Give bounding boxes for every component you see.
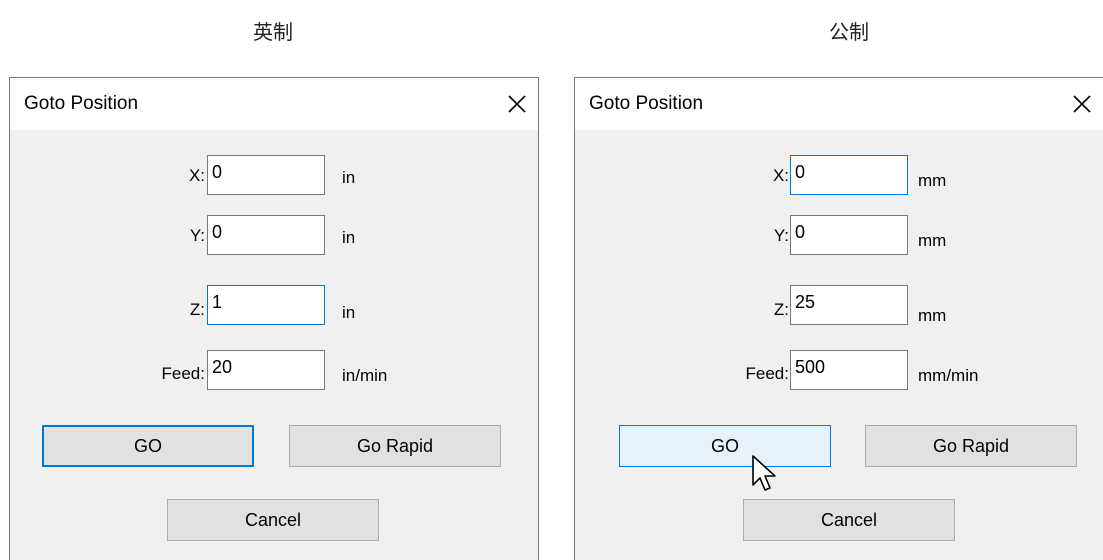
y-field[interactable]: 0 <box>207 215 325 255</box>
y-unit: mm <box>918 231 947 250</box>
dialog-title: Goto Position <box>24 93 139 114</box>
z-field[interactable]: 25 <box>790 285 908 325</box>
caption-metric: 公制 <box>829 20 869 44</box>
x-field[interactable]: 0 <box>207 155 325 195</box>
feed-label: Feed: <box>161 364 205 383</box>
cancel-button[interactable]: Cancel <box>743 499 955 541</box>
z-field[interactable]: 1 <box>207 285 325 325</box>
y-unit: in <box>342 228 356 247</box>
feed-unit: mm/min <box>918 366 979 385</box>
feed-field[interactable]: 20 <box>207 350 325 390</box>
dialog-titlebar: Goto Position <box>10 78 538 130</box>
x-label: X: <box>188 166 205 185</box>
caption-imperial: 英制 <box>253 20 293 44</box>
cancel-button[interactable]: Cancel <box>167 499 379 541</box>
feed-unit: in/min <box>342 366 388 385</box>
go-rapid-button[interactable]: Go Rapid <box>865 425 1077 467</box>
x-unit: mm <box>918 171 947 190</box>
close-icon[interactable] <box>504 91 530 117</box>
goto-position-dialog-imperial: Goto Position X: 0 in Y: 0 in Z: 1 in Fe… <box>9 77 539 560</box>
go-button[interactable]: GO <box>42 425 254 467</box>
feed-field[interactable]: 500 <box>790 350 908 390</box>
z-unit: in <box>342 303 356 322</box>
y-label: Y: <box>773 226 789 245</box>
feed-label: Feed: <box>745 364 789 383</box>
dialog-title: Goto Position <box>589 93 704 114</box>
close-icon[interactable] <box>1069 91 1095 117</box>
y-field[interactable]: 0 <box>790 215 908 255</box>
go-rapid-button[interactable]: Go Rapid <box>289 425 501 467</box>
x-unit: in <box>342 168 356 187</box>
z-unit: mm <box>918 306 947 325</box>
mouse-pointer-icon <box>751 454 779 496</box>
dialog-titlebar: Goto Position <box>575 78 1103 130</box>
goto-position-dialog-metric: Goto Position X: 0 mm Y: 0 mm Z: 25 mm F… <box>574 77 1103 560</box>
y-label: Y: <box>189 226 205 245</box>
go-button[interactable]: GO <box>619 425 831 467</box>
z-label: Z: <box>189 300 205 319</box>
x-field[interactable]: 0 <box>790 155 908 195</box>
z-label: Z: <box>773 300 789 319</box>
x-label: X: <box>772 166 789 185</box>
